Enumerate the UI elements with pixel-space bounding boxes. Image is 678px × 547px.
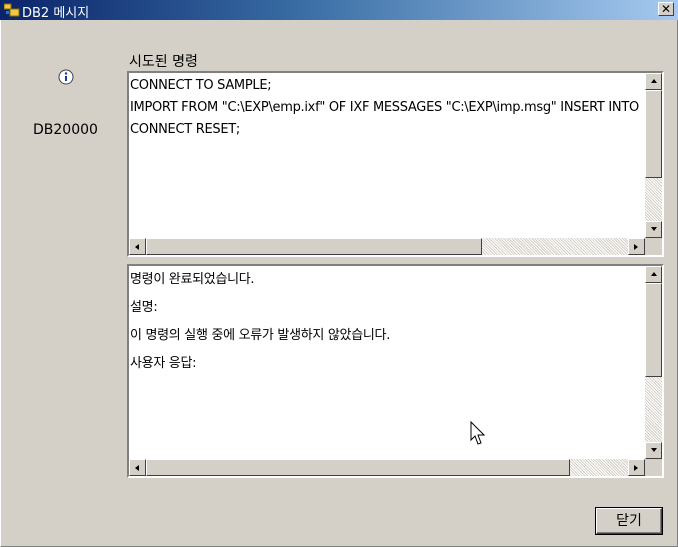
mouse-pointer-icon bbox=[470, 421, 486, 445]
close-icon: ✕ bbox=[660, 2, 672, 16]
scroll-up-button[interactable] bbox=[645, 266, 662, 283]
arrow-left-icon bbox=[135, 244, 139, 250]
scroll-up-button[interactable] bbox=[645, 73, 662, 90]
scroll-thumb[interactable] bbox=[645, 90, 662, 178]
command-line: CONNECT RESET; bbox=[130, 122, 240, 137]
title-bar[interactable]: DB2 메시지 ✕ bbox=[0, 0, 678, 21]
result-line: 이 명령의 실행 중에 오류가 발생하지 않았습니다. bbox=[130, 328, 391, 343]
arrow-down-icon bbox=[651, 448, 657, 452]
arrow-right-icon bbox=[634, 244, 638, 250]
window-title: DB2 메시지 bbox=[22, 6, 90, 21]
vertical-scrollbar[interactable] bbox=[645, 73, 662, 238]
scroll-left-button[interactable] bbox=[129, 459, 146, 476]
result-text-area[interactable]: 명령이 완료되었습니다. 설명: 이 명령의 실행 중에 오류가 발생하지 않았… bbox=[127, 264, 664, 478]
command-line: IMPORT FROM "C:\EXP\emp.ixf" OF IXF MESS… bbox=[130, 100, 639, 115]
result-line: 명령이 완료되었습니다. bbox=[130, 272, 255, 287]
scroll-thumb-horizontal[interactable] bbox=[146, 238, 482, 255]
scroll-left-button[interactable] bbox=[129, 238, 146, 255]
horizontal-scrollbar[interactable] bbox=[129, 238, 645, 255]
vertical-scrollbar[interactable] bbox=[645, 266, 662, 459]
scroll-right-button[interactable] bbox=[628, 459, 645, 476]
scroll-down-button[interactable] bbox=[645, 221, 662, 238]
command-label: 시도된 명령 bbox=[129, 54, 198, 70]
window-close-button[interactable]: ✕ bbox=[658, 2, 674, 16]
arrow-up-icon bbox=[651, 79, 657, 83]
scroll-thumb[interactable] bbox=[645, 283, 662, 377]
arrow-up-icon bbox=[651, 272, 657, 276]
app-icon bbox=[4, 3, 20, 17]
scroll-right-button[interactable] bbox=[628, 238, 645, 255]
scroll-down-button[interactable] bbox=[645, 442, 662, 459]
result-line: 사용자 응답: bbox=[130, 356, 197, 371]
command-lines: CONNECT TO SAMPLE; IMPORT FROM "C:\EXP\e… bbox=[130, 75, 644, 141]
horizontal-scrollbar[interactable] bbox=[129, 459, 645, 476]
result-lines: 명령이 완료되었습니다. 설명: 이 명령의 실행 중에 오류가 발생하지 않았… bbox=[130, 268, 644, 380]
scroll-corner bbox=[645, 459, 662, 476]
scroll-thumb-horizontal[interactable] bbox=[146, 459, 570, 476]
result-line: 설명: bbox=[130, 300, 158, 315]
scroll-corner bbox=[645, 238, 662, 255]
command-line: CONNECT TO SAMPLE; bbox=[130, 78, 272, 93]
arrow-left-icon bbox=[135, 465, 139, 471]
arrow-right-icon bbox=[634, 465, 638, 471]
arrow-down-icon bbox=[651, 227, 657, 231]
close-button[interactable]: 닫기 bbox=[595, 507, 663, 535]
info-icon bbox=[58, 69, 74, 85]
command-text-area[interactable]: CONNECT TO SAMPLE; IMPORT FROM "C:\EXP\e… bbox=[127, 71, 664, 257]
message-code: DB20000 bbox=[33, 122, 98, 138]
